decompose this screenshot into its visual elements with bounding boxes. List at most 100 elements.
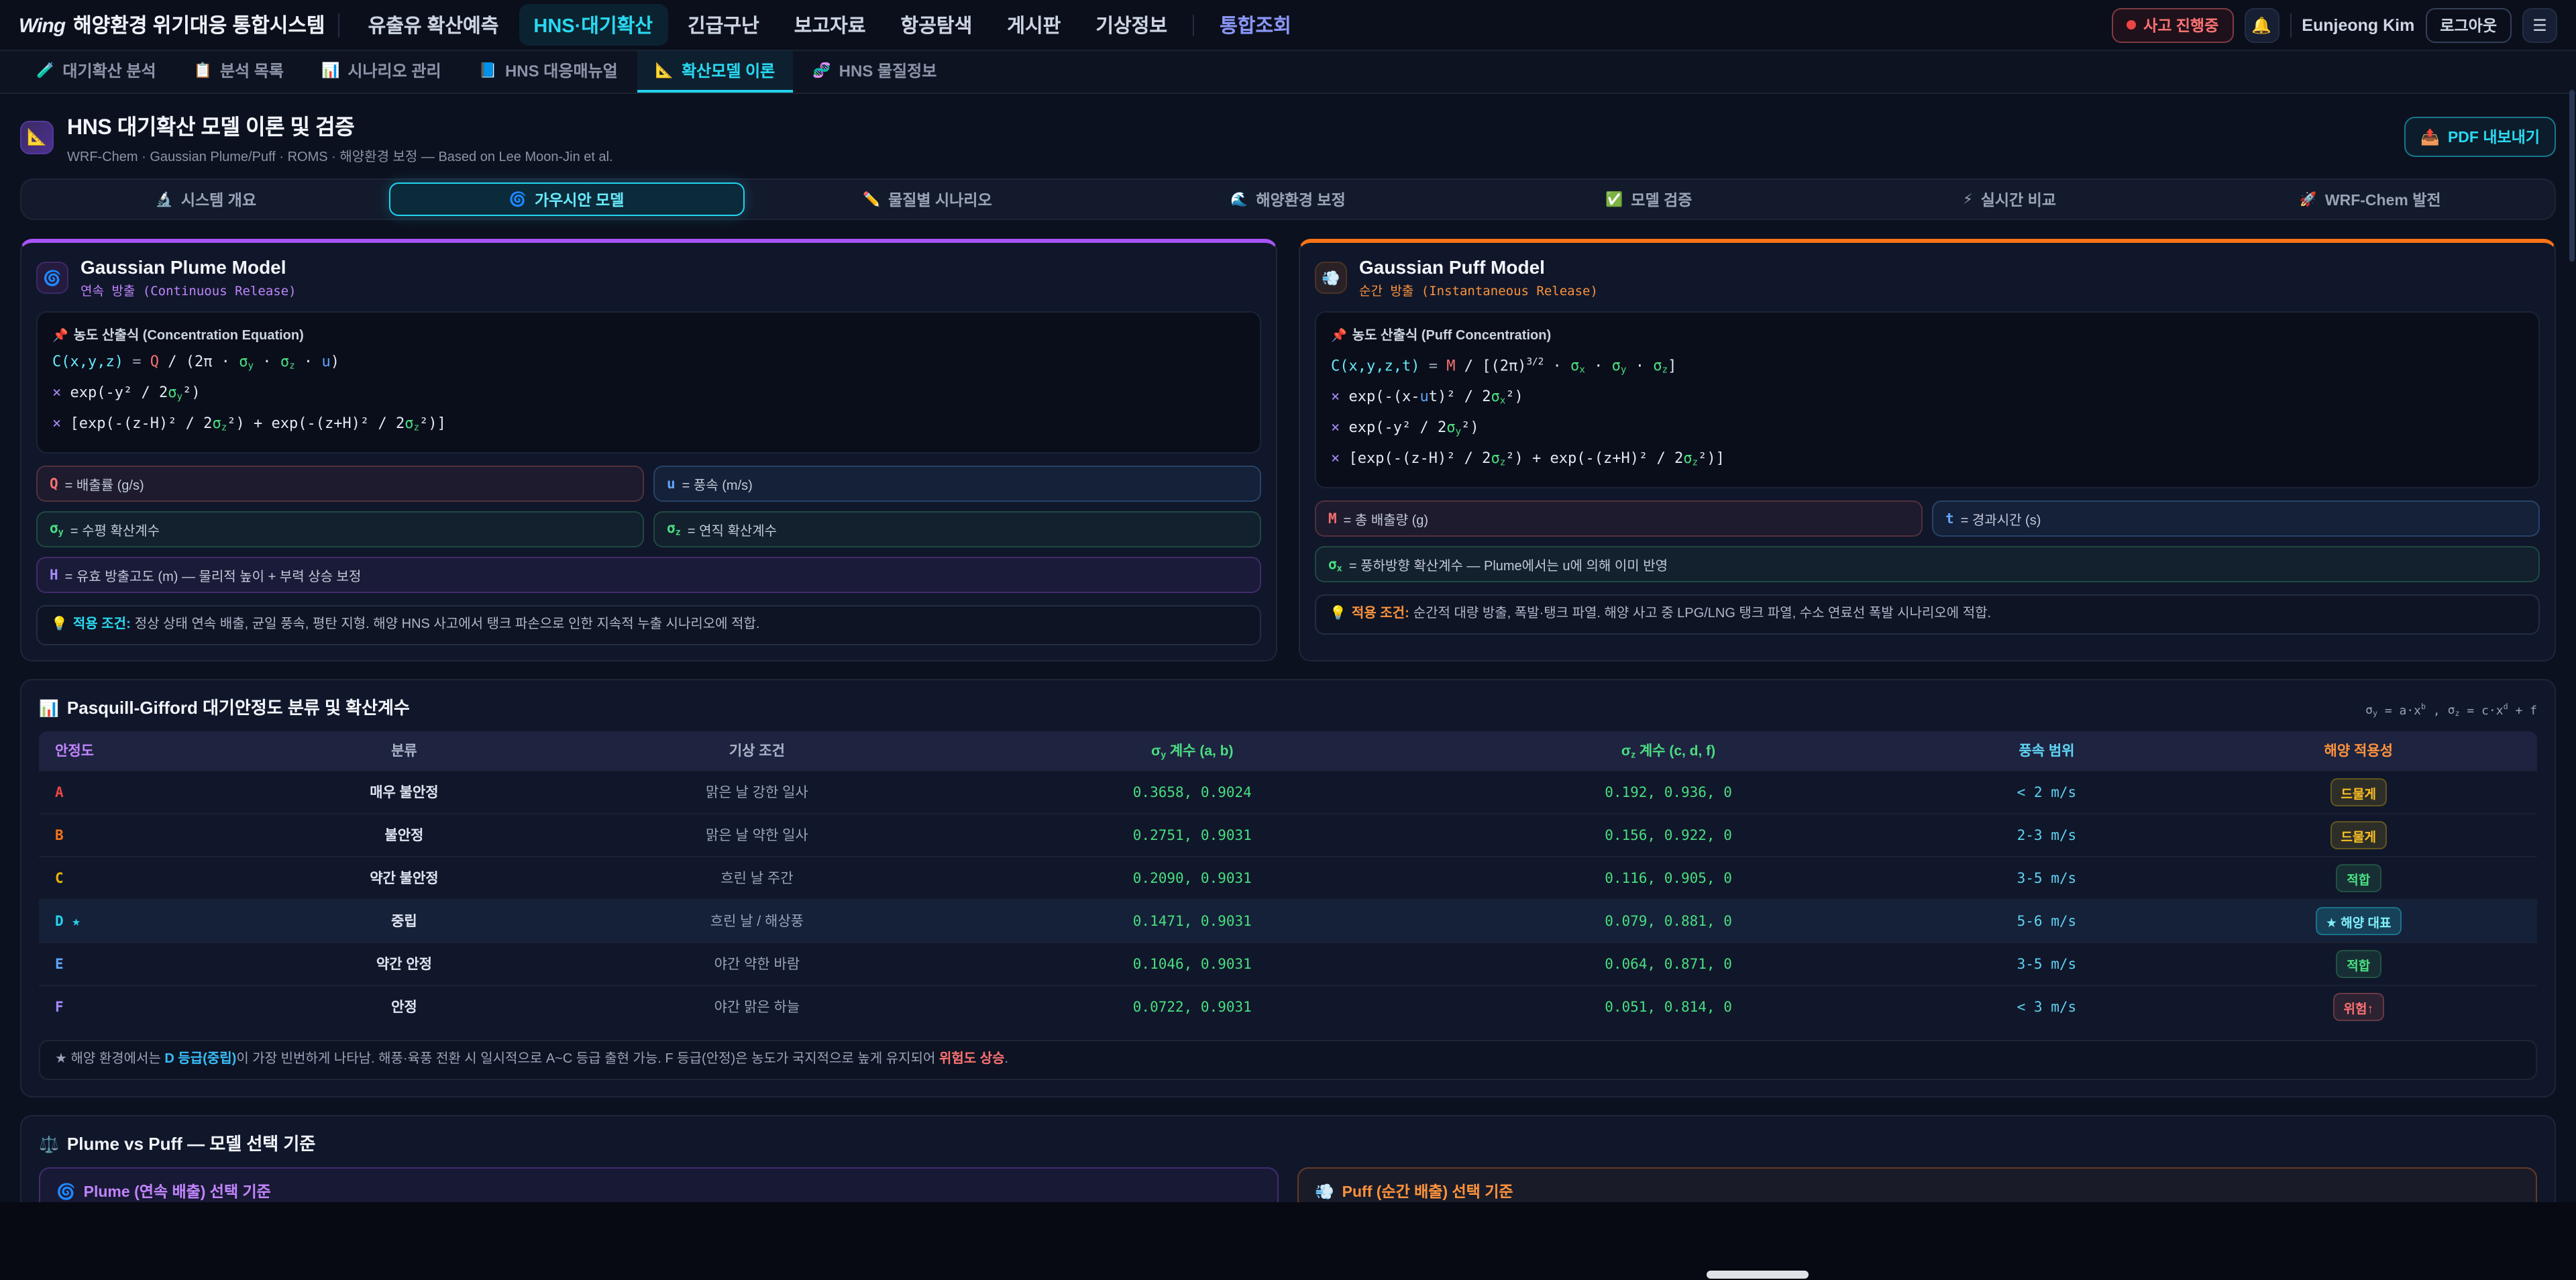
cell-classification: 약간 안정 xyxy=(256,943,553,986)
cell-weather-condition: 흐린 날 / 해상풍 xyxy=(553,900,961,943)
table-row-grade-D: D ★중립흐린 날 / 해상풍0.1471, 0.90310.079, 0.88… xyxy=(39,900,2537,943)
cell-stability-grade: D ★ xyxy=(39,900,256,943)
cell-sigma-z-coefficients: 0.192, 0.936, 0 xyxy=(1424,771,1914,814)
equation-line: × [exp(-(z-H)² / 2σz²) + exp(-(z+H)² / 2… xyxy=(1331,445,2524,476)
cell-sigma-y-coefficients: 0.1471, 0.9031 xyxy=(961,900,1424,943)
plume-note: 💡적용 조건:정상 상태 연속 배출, 균일 풍속, 평탄 지형. 해양 HNS… xyxy=(36,606,1261,646)
tab-HNS 대응매뉴얼[interactable]: 📘HNS 대응매뉴얼 xyxy=(462,51,635,93)
app-logo[interactable]: Wing 해양환경 위기대응 통합시스템 xyxy=(19,11,325,39)
nav-item-게시판[interactable]: 게시판 xyxy=(992,4,1075,46)
cell-stability-grade: C xyxy=(39,857,256,900)
applicability-badge: ★ 해양 대표 xyxy=(2315,908,2402,936)
cell-classification: 매우 불안정 xyxy=(256,771,553,814)
nav-item-통합조회[interactable]: 통합조회 xyxy=(1205,4,1306,46)
nav-item-기상정보[interactable]: 기상정보 xyxy=(1081,4,1182,46)
section-tab-물질별 시나리오[interactable]: ✏️물질별 시나리오 xyxy=(749,182,1105,216)
cell-sigma-z-coefficients: 0.064, 0.871, 0 xyxy=(1424,943,1914,986)
applicability-badge: 드물게 xyxy=(2330,779,2387,807)
parameter-text: = 풍하방향 확산계수 — Plume에서는 u에 의해 이미 반영 xyxy=(1349,555,1668,575)
pdf-export-button[interactable]: 📤 PDF 내보내기 xyxy=(2404,117,2556,157)
column-header: 안정도 xyxy=(39,732,256,771)
tab-icon: 📐 xyxy=(655,62,674,79)
parameter-text: = 연직 확산계수 xyxy=(688,520,777,540)
section-tab-시스템 개요[interactable]: 🔬시스템 개요 xyxy=(28,182,384,216)
horizontal-scrollbar-thumb[interactable] xyxy=(1707,1271,1809,1279)
section-tab-icon: 🌊 xyxy=(1230,191,1248,208)
stability-table: 안정도분류기상 조건σy 계수 (a, b)σz 계수 (c, d, f)풍속 … xyxy=(39,732,2537,1028)
tab-분석 목록[interactable]: 📋분석 목록 xyxy=(176,51,301,93)
tab-HNS 물질정보[interactable]: 🧬HNS 물질정보 xyxy=(795,51,954,93)
puff-note-label: 적용 조건: xyxy=(1352,607,1409,622)
section-tab-label: 모델 검증 xyxy=(1631,189,1692,210)
page-header: 📐 HNS 대기확산 모델 이론 및 검증 WRF-Chem · Gaussia… xyxy=(0,94,2576,176)
page-title-block: HNS 대기확산 모델 이론 및 검증 WRF-Chem · Gaussian … xyxy=(67,109,613,165)
section-tab-label: 가우시안 모델 xyxy=(535,189,624,210)
parameter-box: σx= 풍하방향 확산계수 — Plume에서는 u에 의해 이미 반영 xyxy=(1315,547,2540,583)
page-title: HNS 대기확산 모델 이론 및 검증 xyxy=(67,109,613,141)
parameter-symbol: u xyxy=(667,476,676,492)
tab-label: 시나리오 관리 xyxy=(347,59,441,82)
section-tab-가우시안 모델[interactable]: 🌀가우시안 모델 xyxy=(389,182,745,216)
nav-item-항공탐색[interactable]: 항공탐색 xyxy=(886,4,987,46)
puff-equation-label: 📌농도 산출식 (Puff Concentration) xyxy=(1331,323,2524,343)
nav-item-보고자료[interactable]: 보고자료 xyxy=(780,4,881,46)
table-footnote: ★ 해양 환경에서는 D 등급(중립)이 가장 빈번하게 나타남. 해풍·육풍 … xyxy=(39,1041,2537,1081)
plume-equation: C(x,y,z) = Q / (2π · σy · σz · u)× exp(-… xyxy=(52,349,1245,441)
nav-right-controls: 사고 진행중 🔔 Eunjeong Kim 로그아웃 ☰ xyxy=(2111,7,2557,42)
cell-sigma-y-coefficients: 0.2751, 0.9031 xyxy=(961,814,1424,857)
vertical-scrollbar-thumb[interactable] xyxy=(2569,90,2575,262)
cell-wind-range: < 2 m/s xyxy=(1913,771,2180,814)
divider xyxy=(2290,13,2291,37)
cell-wind-range: 5-6 m/s xyxy=(1913,900,2180,943)
puff-icon: 💨 xyxy=(1315,1183,1334,1202)
tab-대기확산 분석[interactable]: 🧪대기확산 분석 xyxy=(19,51,174,93)
parameter-text: = 총 배출량 (g) xyxy=(1344,509,1428,529)
tab-확산모델 이론[interactable]: 📐확산모델 이론 xyxy=(638,51,793,93)
incident-status-badge[interactable]: 사고 진행중 xyxy=(2111,7,2233,42)
nav-item-유출유 확산예측[interactable]: 유출유 확산예측 xyxy=(354,4,514,46)
applicability-badge: 적합 xyxy=(2336,865,2381,893)
nav-item-긴급구난[interactable]: 긴급구난 xyxy=(673,4,774,46)
export-icon: 📤 xyxy=(2420,127,2440,146)
cell-weather-condition: 야간 약한 바람 xyxy=(553,943,961,986)
logout-button[interactable]: 로그아웃 xyxy=(2425,7,2512,42)
cell-classification: 안정 xyxy=(256,986,553,1028)
module-tabbar: 🧪대기확산 분석📋분석 목록📊시나리오 관리📘HNS 대응매뉴얼📐확산모델 이론… xyxy=(0,51,2576,94)
equation-line: × exp(-y² / 2σy²) xyxy=(52,380,1245,411)
table-row-grade-F: F안정야간 맑은 하늘0.0722, 0.90310.051, 0.814, 0… xyxy=(39,986,2537,1028)
cell-sigma-y-coefficients: 0.2090, 0.9031 xyxy=(961,857,1424,900)
column-header: 기상 조건 xyxy=(553,732,961,771)
puff-equation-box: 📌농도 산출식 (Puff Concentration) C(x,y,z,t) … xyxy=(1315,311,2540,489)
cell-stability-grade: B xyxy=(39,814,256,857)
spiral-icon: 🌀 xyxy=(56,1183,76,1202)
column-header: σz 계수 (c, d, f) xyxy=(1424,732,1914,771)
pin-icon: 📌 xyxy=(52,329,68,343)
menu-button[interactable]: ☰ xyxy=(2522,7,2557,42)
selection-column-title: 🌀Plume (연속 배출) 선택 기준 xyxy=(56,1181,1261,1202)
puff-card-header: 💨 Gaussian Puff Model 순간 방출 (Instantaneo… xyxy=(1315,256,2540,299)
section-tab-icon: 🚀 xyxy=(2300,191,2317,208)
notifications-button[interactable]: 🔔 xyxy=(2244,7,2279,42)
cell-wind-range: < 3 m/s xyxy=(1913,986,2180,1028)
section-tab-WRF-Chem 발전[interactable]: 🚀WRF-Chem 발전 xyxy=(2192,182,2548,216)
section-tab-실시간 비교[interactable]: ⚡실시간 비교 xyxy=(1832,182,2188,216)
bar-chart-icon: 📊 xyxy=(39,700,59,718)
pg-section-title: 📊Pasquill-Gifford 대기안정도 분류 및 확산계수 xyxy=(39,694,410,720)
puff-equation: C(x,y,z,t) = M / [(2π)3/2 · σx · σy · σz… xyxy=(1331,349,2524,476)
section-tab-모델 검증[interactable]: ✅모델 검증 xyxy=(1471,182,1827,216)
cell-sigma-z-coefficients: 0.116, 0.905, 0 xyxy=(1424,857,1914,900)
parameter-box: Q= 배출률 (g/s) xyxy=(36,466,644,502)
plume-subtitle: 연속 방출 (Continuous Release) xyxy=(80,280,297,299)
cell-classification: 중립 xyxy=(256,900,553,943)
selection-columns: 🌀Plume (연속 배출) 선택 기준✓유출 지속시간 > 10분✓탱크 균열… xyxy=(39,1168,2537,1202)
parameter-symbol: σy xyxy=(50,521,64,538)
incident-label: 사고 진행중 xyxy=(2143,14,2218,36)
nav-item-HNS·대기확산[interactable]: HNS·대기확산 xyxy=(519,4,667,46)
bulb-icon: 💡 xyxy=(51,618,68,633)
puff-title: Gaussian Puff Model xyxy=(1359,256,1598,278)
tab-시나리오 관리[interactable]: 📊시나리오 관리 xyxy=(304,51,459,93)
column-header: 분류 xyxy=(256,732,553,771)
cell-wind-range: 3-5 m/s xyxy=(1913,943,2180,986)
tab-icon: 📋 xyxy=(194,62,212,79)
section-tab-해양환경 보정[interactable]: 🌊해양환경 보정 xyxy=(1110,182,1466,216)
